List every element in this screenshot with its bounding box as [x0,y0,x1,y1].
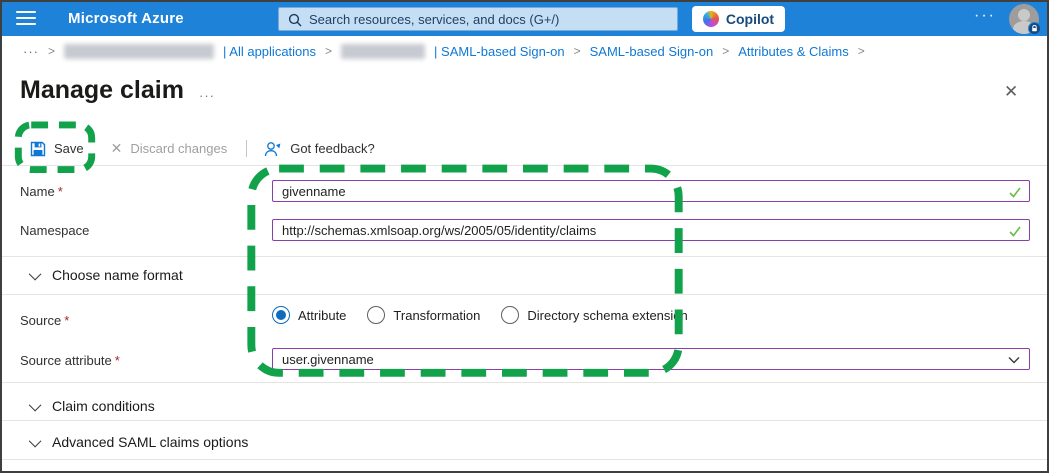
breadcrumb-redacted-app-name [64,44,214,59]
hamburger-menu-icon[interactable] [16,11,36,27]
search-icon [288,13,302,27]
breadcrumb-collapsed-button[interactable]: ··· [23,44,39,59]
lock-icon [1028,22,1041,35]
chevron-down-icon [29,434,42,447]
source-label: Source* [20,313,69,328]
source-attribute-label: Source attribute* [20,353,120,368]
copilot-button[interactable]: Copilot [692,6,785,32]
radio-icon [272,306,290,324]
radio-icon [367,306,385,324]
breadcrumb-separator: > [858,44,865,58]
required-marker: * [61,313,69,328]
radio-option-attribute[interactable]: Attribute [272,306,346,324]
breadcrumb-item-attributes-claims[interactable]: Attributes & Claims [738,44,849,59]
name-label: Name* [20,184,63,199]
save-button[interactable]: Save [30,141,84,157]
radio-icon [501,306,519,324]
breadcrumb-separator: > [48,44,55,58]
breadcrumb-separator: > [722,44,729,58]
close-button[interactable]: ✕ [1004,82,1018,102]
breadcrumb-separator: > [574,44,581,58]
page-title: Manage claim [20,76,184,105]
title-more-button[interactable]: ··· [199,88,215,103]
breadcrumb-item-saml-sign-on-2[interactable]: SAML-based Sign-on [590,44,714,59]
section-choose-name-format[interactable]: Choose name format [32,267,183,283]
required-marker: * [112,353,120,368]
name-input[interactable]: givenname [272,180,1030,202]
chevron-down-icon [29,398,42,411]
command-bar: Save ✕ Discard changes Got feedback? [2,132,1047,165]
feedback-label: Got feedback? [290,141,375,156]
section-claim-conditions[interactable]: Claim conditions [32,398,155,414]
divider [2,459,1047,460]
validation-check-icon [1008,224,1022,238]
discard-x-icon: ✕ [111,140,123,157]
breadcrumb: ··· > | All applications > | SAML-based … [2,36,1047,66]
source-radio-group: Attribute Transformation Directory schem… [272,306,688,324]
discard-label: Discard changes [130,141,227,156]
divider [2,420,1047,421]
save-icon [30,141,46,157]
source-attribute-select[interactable]: user.givenname [272,348,1030,370]
validation-check-icon [1008,185,1022,199]
azure-portal-window: Microsoft Azure Copilot ··· ··· > [0,0,1049,473]
radio-option-directory-schema-extension[interactable]: Directory schema extension [501,306,687,324]
namespace-label: Namespace [20,223,89,238]
discard-changes-button[interactable]: ✕ Discard changes [111,140,228,157]
search-input[interactable] [309,8,669,30]
feedback-button[interactable]: Got feedback? [264,141,375,157]
breadcrumb-separator: > [325,44,332,58]
global-search[interactable] [278,7,678,31]
azure-brand[interactable]: Microsoft Azure [68,10,184,27]
save-label: Save [54,141,84,156]
chevron-down-icon [29,267,42,280]
divider [2,165,1047,166]
toolbar-divider [246,140,247,157]
breadcrumb-item-saml-sign-on[interactable]: | SAML-based Sign-on [434,44,565,59]
divider [2,382,1047,383]
avatar[interactable] [1009,4,1039,34]
section-advanced-saml-options[interactable]: Advanced SAML claims options [32,434,248,450]
namespace-input[interactable]: http://schemas.xmlsoap.org/ws/2005/05/id… [272,219,1030,241]
chevron-down-icon [1008,356,1020,364]
topbar-more-button[interactable]: ··· [974,7,996,25]
feedback-icon [264,141,282,157]
breadcrumb-item-all-applications[interactable]: | All applications [223,44,316,59]
required-marker: * [55,184,63,199]
breadcrumb-redacted-app-name [341,44,425,59]
radio-option-transformation[interactable]: Transformation [367,306,480,324]
top-bar: Microsoft Azure Copilot ··· [2,2,1047,36]
divider [2,256,1047,257]
divider [2,294,1047,295]
copilot-icon [703,11,719,27]
